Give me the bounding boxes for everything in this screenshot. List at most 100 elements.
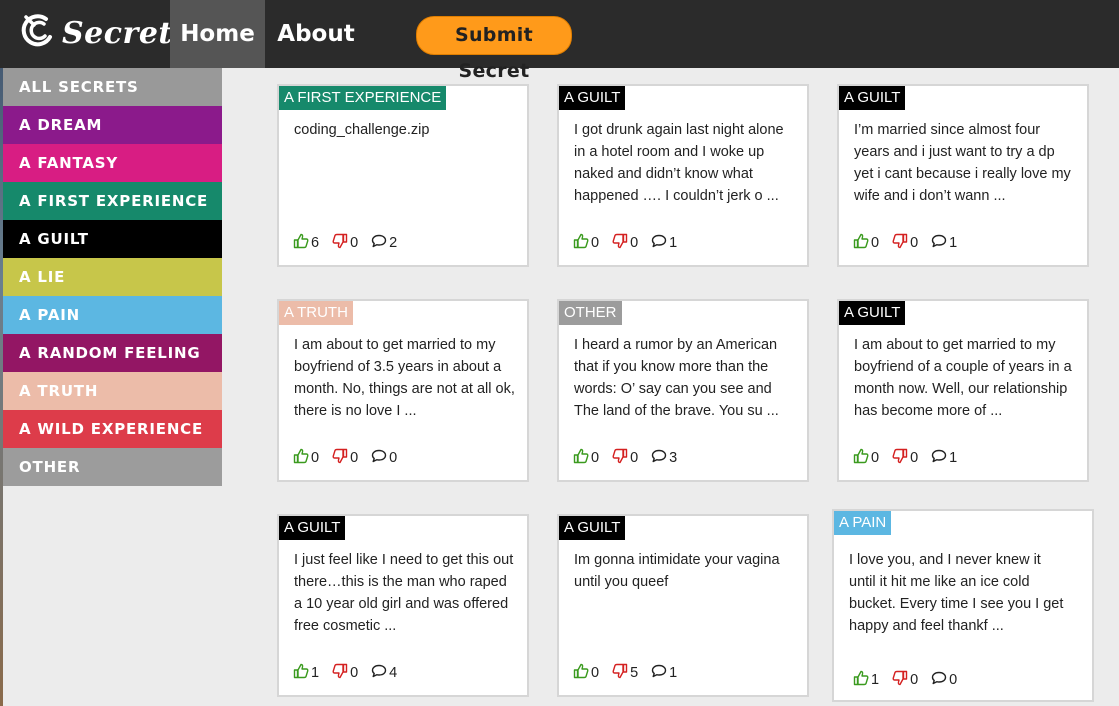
comment-icon — [651, 448, 669, 468]
card-category-tag[interactable]: A TRUTH — [279, 301, 353, 325]
thumbs-down-icon — [332, 663, 350, 683]
category-a-truth[interactable]: A TRUTH — [3, 372, 222, 410]
card-category-tag[interactable]: A FIRST EXPERIENCE — [279, 86, 447, 110]
like-count: 0 — [591, 235, 600, 251]
secret-card[interactable]: A GUILT Im gonna intimidate your vagina u… — [557, 514, 809, 697]
comments-button[interactable]: 1 — [931, 448, 957, 468]
like-button[interactable]: 1 — [853, 670, 879, 690]
dislike-button[interactable]: 0 — [612, 448, 638, 468]
comment-count: 4 — [389, 665, 398, 681]
comments-button[interactable]: 1 — [651, 233, 677, 253]
comment-icon — [931, 448, 949, 468]
thumbs-up-icon — [573, 448, 591, 468]
navbar: Secret Home About Submit Secret — [0, 0, 1119, 82]
comments-button[interactable]: 0 — [931, 670, 957, 690]
category-a-pain[interactable]: A PAIN — [3, 296, 222, 334]
like-button[interactable]: 0 — [573, 233, 599, 253]
comments-button[interactable]: 0 — [371, 448, 397, 468]
like-button[interactable]: 0 — [573, 448, 599, 468]
dislike-button[interactable]: 0 — [332, 448, 358, 468]
card-stats: 0 0 1 — [853, 448, 970, 468]
category-a-dream[interactable]: A DREAM — [3, 106, 222, 144]
like-button[interactable]: 0 — [573, 663, 599, 683]
logo-icon — [20, 13, 56, 54]
secret-card[interactable]: OTHER I heard a rumor by an American that… — [557, 299, 809, 482]
comments-button[interactable]: 2 — [371, 233, 397, 253]
comment-icon — [371, 233, 389, 253]
category-a-fantasy[interactable]: A FANTASY — [3, 144, 222, 182]
card-secret-text: I heard a rumor by an American that if y… — [574, 337, 779, 419]
thumbs-up-icon — [853, 448, 871, 468]
logo-text: Secret — [62, 15, 173, 51]
dislike-button[interactable]: 0 — [892, 233, 918, 253]
dislike-count: 0 — [350, 450, 359, 466]
category-a-guilt[interactable]: A GUILT — [3, 220, 222, 258]
card-stats: 1 0 4 — [293, 663, 410, 683]
card-category-tag[interactable]: A GUILT — [559, 516, 626, 540]
dislike-button[interactable]: 0 — [892, 448, 918, 468]
comment-count: 1 — [949, 450, 958, 466]
thumbs-down-icon — [892, 670, 910, 690]
like-count: 0 — [591, 450, 600, 466]
card-category-tag[interactable]: A GUILT — [839, 301, 906, 325]
category-other[interactable]: OTHER — [3, 448, 222, 486]
card-secret-text: I love you, and I never knew it until it… — [849, 552, 1064, 634]
logo[interactable]: Secret — [20, 10, 173, 56]
comments-button[interactable]: 1 — [651, 663, 677, 683]
dislike-button[interactable]: 5 — [612, 663, 638, 683]
submit-secret-button[interactable]: Submit Secret — [416, 16, 572, 82]
category-all-secrets[interactable]: ALL SECRETS — [3, 68, 222, 106]
card-category-tag[interactable]: A GUILT — [279, 516, 346, 540]
secret-card[interactable]: A GUILT I am about to get married to my b… — [837, 299, 1089, 482]
dislike-button[interactable]: 0 — [332, 663, 358, 683]
comments-button[interactable]: 4 — [371, 663, 397, 683]
thumbs-down-icon — [332, 448, 350, 468]
card-stats: 0 0 1 — [853, 233, 970, 253]
like-button[interactable]: 6 — [293, 233, 319, 253]
comment-count: 0 — [389, 450, 398, 466]
card-category-tag[interactable]: OTHER — [559, 301, 622, 325]
card-category-tag[interactable]: A GUILT — [839, 86, 906, 110]
dislike-count: 0 — [910, 235, 919, 251]
secret-card[interactable]: A GUILT I got drunk again last night alon… — [557, 84, 809, 267]
like-button[interactable]: 0 — [853, 233, 879, 253]
category-a-lie[interactable]: A LIE — [3, 258, 222, 296]
thumbs-up-icon — [293, 448, 311, 468]
like-count: 6 — [311, 235, 320, 251]
secret-card[interactable]: A FIRST EXPERIENCE coding_challenge.zip 6 0… — [277, 84, 529, 267]
secret-card[interactable]: A GUILT I just feel like I need to get th… — [277, 514, 529, 697]
nav-home-link[interactable]: Home — [170, 0, 265, 68]
comment-count: 1 — [949, 235, 958, 251]
category-a-first-experience[interactable]: A FIRST EXPERIENCE — [3, 182, 222, 220]
thumbs-down-icon — [612, 663, 630, 683]
like-button[interactable]: 1 — [293, 663, 319, 683]
card-secret-text: Im gonna intimidate your vagina until yo… — [574, 552, 780, 590]
comment-count: 0 — [949, 672, 958, 688]
secret-card[interactable]: A TRUTH I am about to get married to my b… — [277, 299, 529, 482]
card-stats: 1 0 0 — [853, 670, 970, 690]
thumbs-down-icon — [612, 233, 630, 253]
secret-card[interactable]: A PAIN I love you, and I never knew it un… — [832, 509, 1094, 702]
secret-card[interactable]: A GUILT I’m married since almost four yea… — [837, 84, 1089, 267]
dislike-count: 0 — [630, 450, 639, 466]
thumbs-up-icon — [293, 663, 311, 683]
category-a-wild-experience[interactable]: A WILD EXPERIENCE — [3, 410, 222, 448]
comments-button[interactable]: 3 — [651, 448, 677, 468]
dislike-button[interactable]: 0 — [612, 233, 638, 253]
dislike-count: 0 — [350, 235, 359, 251]
category-a-random-feeling[interactable]: A RANDOM FEELING — [3, 334, 222, 372]
thumbs-down-icon — [892, 448, 910, 468]
thumbs-up-icon — [853, 233, 871, 253]
comments-button[interactable]: 1 — [931, 233, 957, 253]
card-category-tag[interactable]: A PAIN — [834, 511, 892, 535]
comment-count: 1 — [669, 235, 678, 251]
dislike-button[interactable]: 0 — [892, 670, 918, 690]
dislike-button[interactable]: 0 — [332, 233, 358, 253]
thumbs-up-icon — [573, 663, 591, 683]
like-button[interactable]: 0 — [853, 448, 879, 468]
card-category-tag[interactable]: A GUILT — [559, 86, 626, 110]
like-button[interactable]: 0 — [293, 448, 319, 468]
thumbs-down-icon — [892, 233, 910, 253]
card-stats: 0 0 0 — [293, 448, 410, 468]
nav-about-link[interactable]: About — [270, 0, 362, 68]
